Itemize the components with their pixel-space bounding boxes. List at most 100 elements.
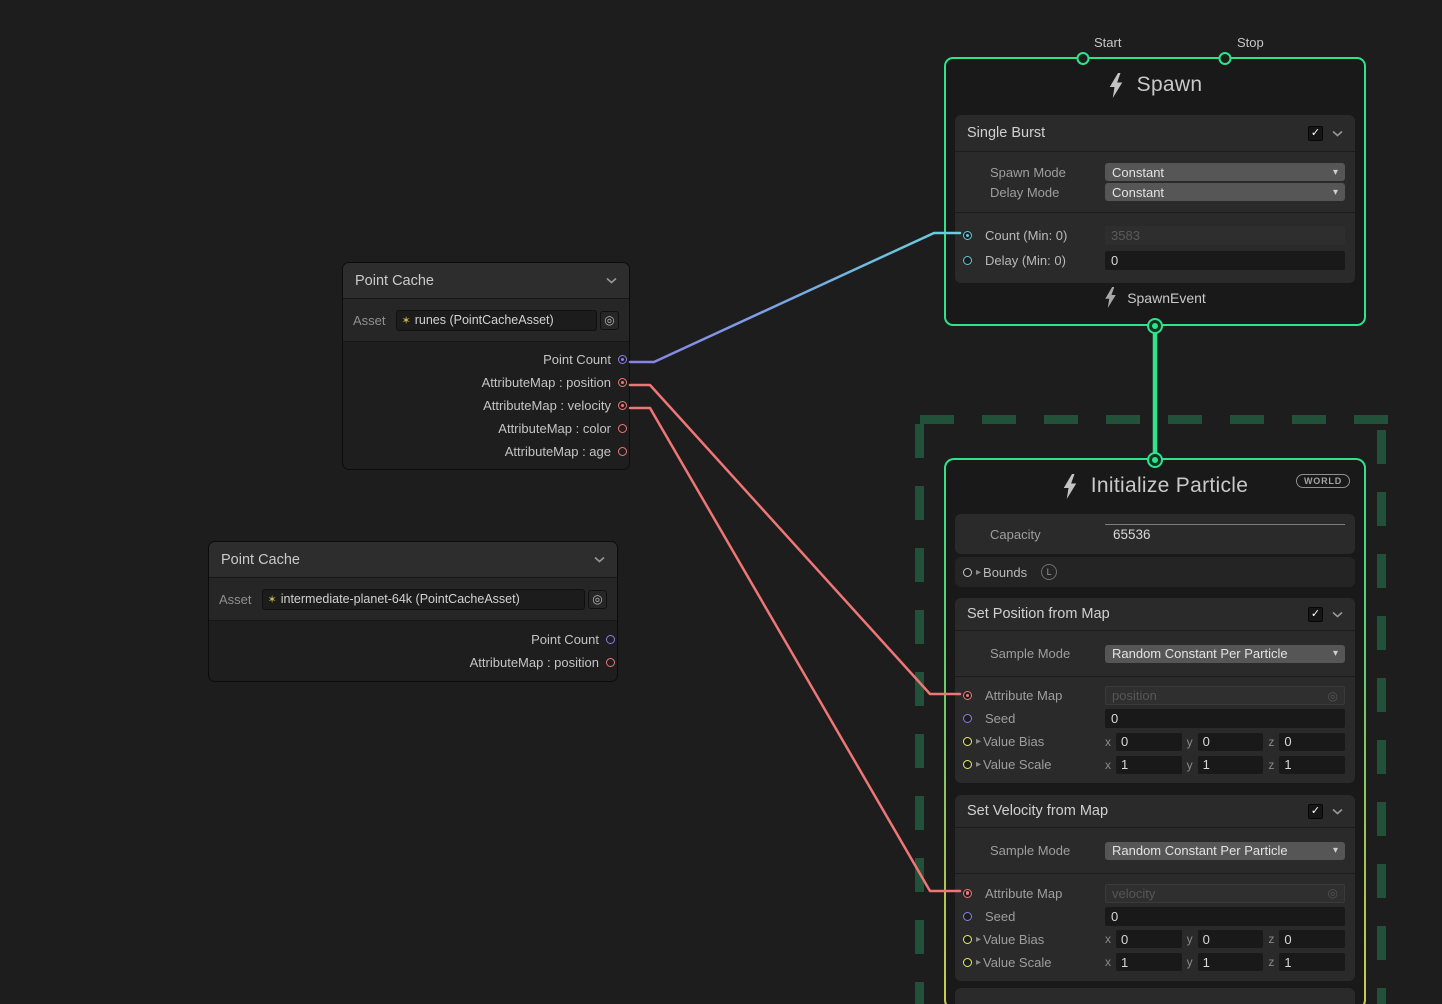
initialize-particle-node[interactable]: Initialize Particle WORLD Capacity 65536… (944, 458, 1366, 1004)
bounds-input-port[interactable] (963, 568, 972, 577)
edge-position-to-setposition[interactable] (630, 385, 960, 694)
point-cache-asset-icon: ✶ (268, 593, 277, 606)
attributemap-age-output-port[interactable] (618, 447, 627, 456)
attribute-map-input-port[interactable] (963, 691, 972, 700)
value-bias-input-port[interactable] (963, 737, 972, 746)
local-space-badge[interactable]: L (1041, 564, 1057, 580)
spawn-event-output[interactable]: SpawnEvent (946, 287, 1364, 308)
system-border-right (1377, 430, 1386, 1004)
expander-icon[interactable]: ▸ (976, 567, 981, 578)
attributemap-color-output-port[interactable] (618, 424, 627, 433)
expander-icon[interactable]: ▸ (976, 957, 981, 968)
seed-input-port[interactable] (963, 912, 972, 921)
node-header[interactable]: Point Cache (209, 542, 617, 578)
spawn-node[interactable]: Spawn Single Burst ✓ Spawn Mode Constant… (944, 57, 1366, 326)
count-input-port[interactable] (963, 231, 972, 240)
value-bias-input-port[interactable] (963, 935, 972, 944)
sample-mode-dropdown[interactable]: Random Constant Per Particle ▾ (1105, 645, 1345, 663)
count-field: 3583 (1105, 226, 1345, 245)
delay-mode-value: Constant (1112, 185, 1164, 200)
seed-field[interactable]: 0 (1105, 709, 1345, 728)
start-flow-label: Start (1094, 35, 1121, 50)
output-label: AttributeMap : velocity (483, 398, 611, 413)
block-enabled-checkbox[interactable]: ✓ (1308, 804, 1323, 819)
seed-label: Seed (985, 909, 1105, 924)
value-scale-z-field[interactable]: 1 (1279, 953, 1345, 971)
capacity-field[interactable]: 65536 (1105, 524, 1345, 545)
axis-x-label: x (1105, 758, 1111, 772)
world-space-badge[interactable]: WORLD (1296, 474, 1350, 488)
output-label: Point Count (531, 632, 599, 647)
object-picker-button[interactable]: ◎ (588, 590, 607, 609)
value-scale-x-field[interactable]: 1 (1116, 953, 1182, 971)
seed-input-port[interactable] (963, 714, 972, 723)
asset-object-field[interactable]: ✶ runes (PointCacheAsset) (396, 310, 597, 331)
value-bias-x-field[interactable]: 0 (1116, 930, 1182, 948)
point-cache-planet-node[interactable]: Point Cache Asset ✶ intermediate-planet-… (208, 541, 618, 682)
value-bias-z-field[interactable]: 0 (1279, 733, 1345, 751)
chevron-down-icon[interactable] (1332, 808, 1343, 815)
attributemap-position-output-port[interactable] (606, 658, 615, 667)
spawn-mode-dropdown[interactable]: Constant ▾ (1105, 163, 1345, 181)
block-enabled-checkbox[interactable]: ✓ (1308, 126, 1323, 141)
value-scale-y-field[interactable]: 1 (1198, 953, 1264, 971)
axis-x-label: x (1105, 955, 1111, 969)
attribute-map-value: position (1112, 688, 1157, 703)
point-count-output-port[interactable] (618, 355, 627, 364)
spawn-mode-value: Constant (1112, 165, 1164, 180)
lightning-icon (1104, 287, 1117, 308)
block-title: Set Position from Map (967, 606, 1308, 622)
capacity-block: Capacity 65536 (955, 514, 1355, 554)
point-cache-asset-icon: ✶ (402, 314, 411, 327)
count-label: Count (Min: 0) (985, 228, 1105, 243)
value-scale-x-field[interactable]: 1 (1116, 756, 1182, 774)
value-scale-y-field[interactable]: 1 (1198, 756, 1264, 774)
value-scale-z-field[interactable]: 1 (1279, 756, 1345, 774)
expander-icon[interactable]: ▸ (976, 934, 981, 945)
lightning-icon (1062, 474, 1078, 499)
seed-field[interactable]: 0 (1105, 907, 1345, 926)
expander-icon[interactable]: ▸ (976, 759, 981, 770)
output-label: AttributeMap : position (482, 375, 611, 390)
object-picker-button[interactable]: ◎ (600, 311, 619, 330)
single-burst-block[interactable]: Single Burst ✓ Spawn Mode Constant ▾ Del… (955, 115, 1355, 283)
edge-velocity-to-setvelocity[interactable] (630, 408, 960, 891)
chevron-down-icon[interactable] (1332, 130, 1343, 137)
delay-input-port[interactable] (963, 256, 972, 265)
chevron-down-icon[interactable] (1332, 611, 1343, 618)
asset-object-field[interactable]: ✶ intermediate-planet-64k (PointCacheAss… (262, 589, 585, 610)
value-scale-input-port[interactable] (963, 958, 972, 967)
node-title: Initialize Particle (1091, 474, 1248, 498)
attributemap-velocity-output-port[interactable] (618, 401, 627, 410)
vfx-graph-canvas[interactable]: Spawn Single Burst ✓ Spawn Mode Constant… (0, 0, 1442, 1004)
attributemap-position-output-port[interactable] (618, 378, 627, 387)
axis-z-label: z (1268, 758, 1274, 772)
expander-icon[interactable]: ▸ (976, 736, 981, 747)
attribute-map-field: velocity ◎ (1105, 884, 1345, 903)
set-velocity-from-map-block[interactable]: Set Velocity from Map ✓ Sample Mode Rand… (955, 795, 1355, 981)
value-bias-y-field[interactable]: 0 (1198, 930, 1264, 948)
value-bias-y-field[interactable]: 0 (1198, 733, 1264, 751)
node-header[interactable]: Point Cache (343, 263, 629, 299)
node-title: Point Cache (355, 273, 597, 289)
chevron-down-icon[interactable] (594, 556, 605, 563)
output-row: Point Count (209, 628, 617, 651)
value-scale-input-port[interactable] (963, 760, 972, 769)
delay-mode-dropdown[interactable]: Constant ▾ (1105, 183, 1345, 201)
position-sphere-block[interactable]: Position (Sphere) ✓ (955, 988, 1355, 1004)
attribute-map-input-port[interactable] (963, 889, 972, 898)
value-bias-z-field[interactable]: 0 (1279, 930, 1345, 948)
axis-z-label: z (1268, 955, 1274, 969)
sample-mode-dropdown[interactable]: Random Constant Per Particle ▾ (1105, 842, 1345, 860)
value-bias-x-field[interactable]: 0 (1116, 733, 1182, 751)
block-enabled-checkbox[interactable]: ✓ (1308, 607, 1323, 622)
delay-field[interactable]: 0 (1105, 251, 1345, 270)
asset-value: runes (PointCacheAsset) (415, 313, 554, 327)
set-position-from-map-block[interactable]: Set Position from Map ✓ Sample Mode Rand… (955, 598, 1355, 783)
edge-pointcount-to-count[interactable] (630, 233, 960, 362)
point-count-output-port[interactable] (606, 635, 615, 644)
asset-value: intermediate-planet-64k (PointCacheAsset… (281, 592, 520, 606)
point-cache-runes-node[interactable]: Point Cache Asset ✶ runes (PointCacheAss… (342, 262, 630, 470)
spawn-event-label: SpawnEvent (1127, 290, 1206, 306)
chevron-down-icon[interactable] (606, 277, 617, 284)
